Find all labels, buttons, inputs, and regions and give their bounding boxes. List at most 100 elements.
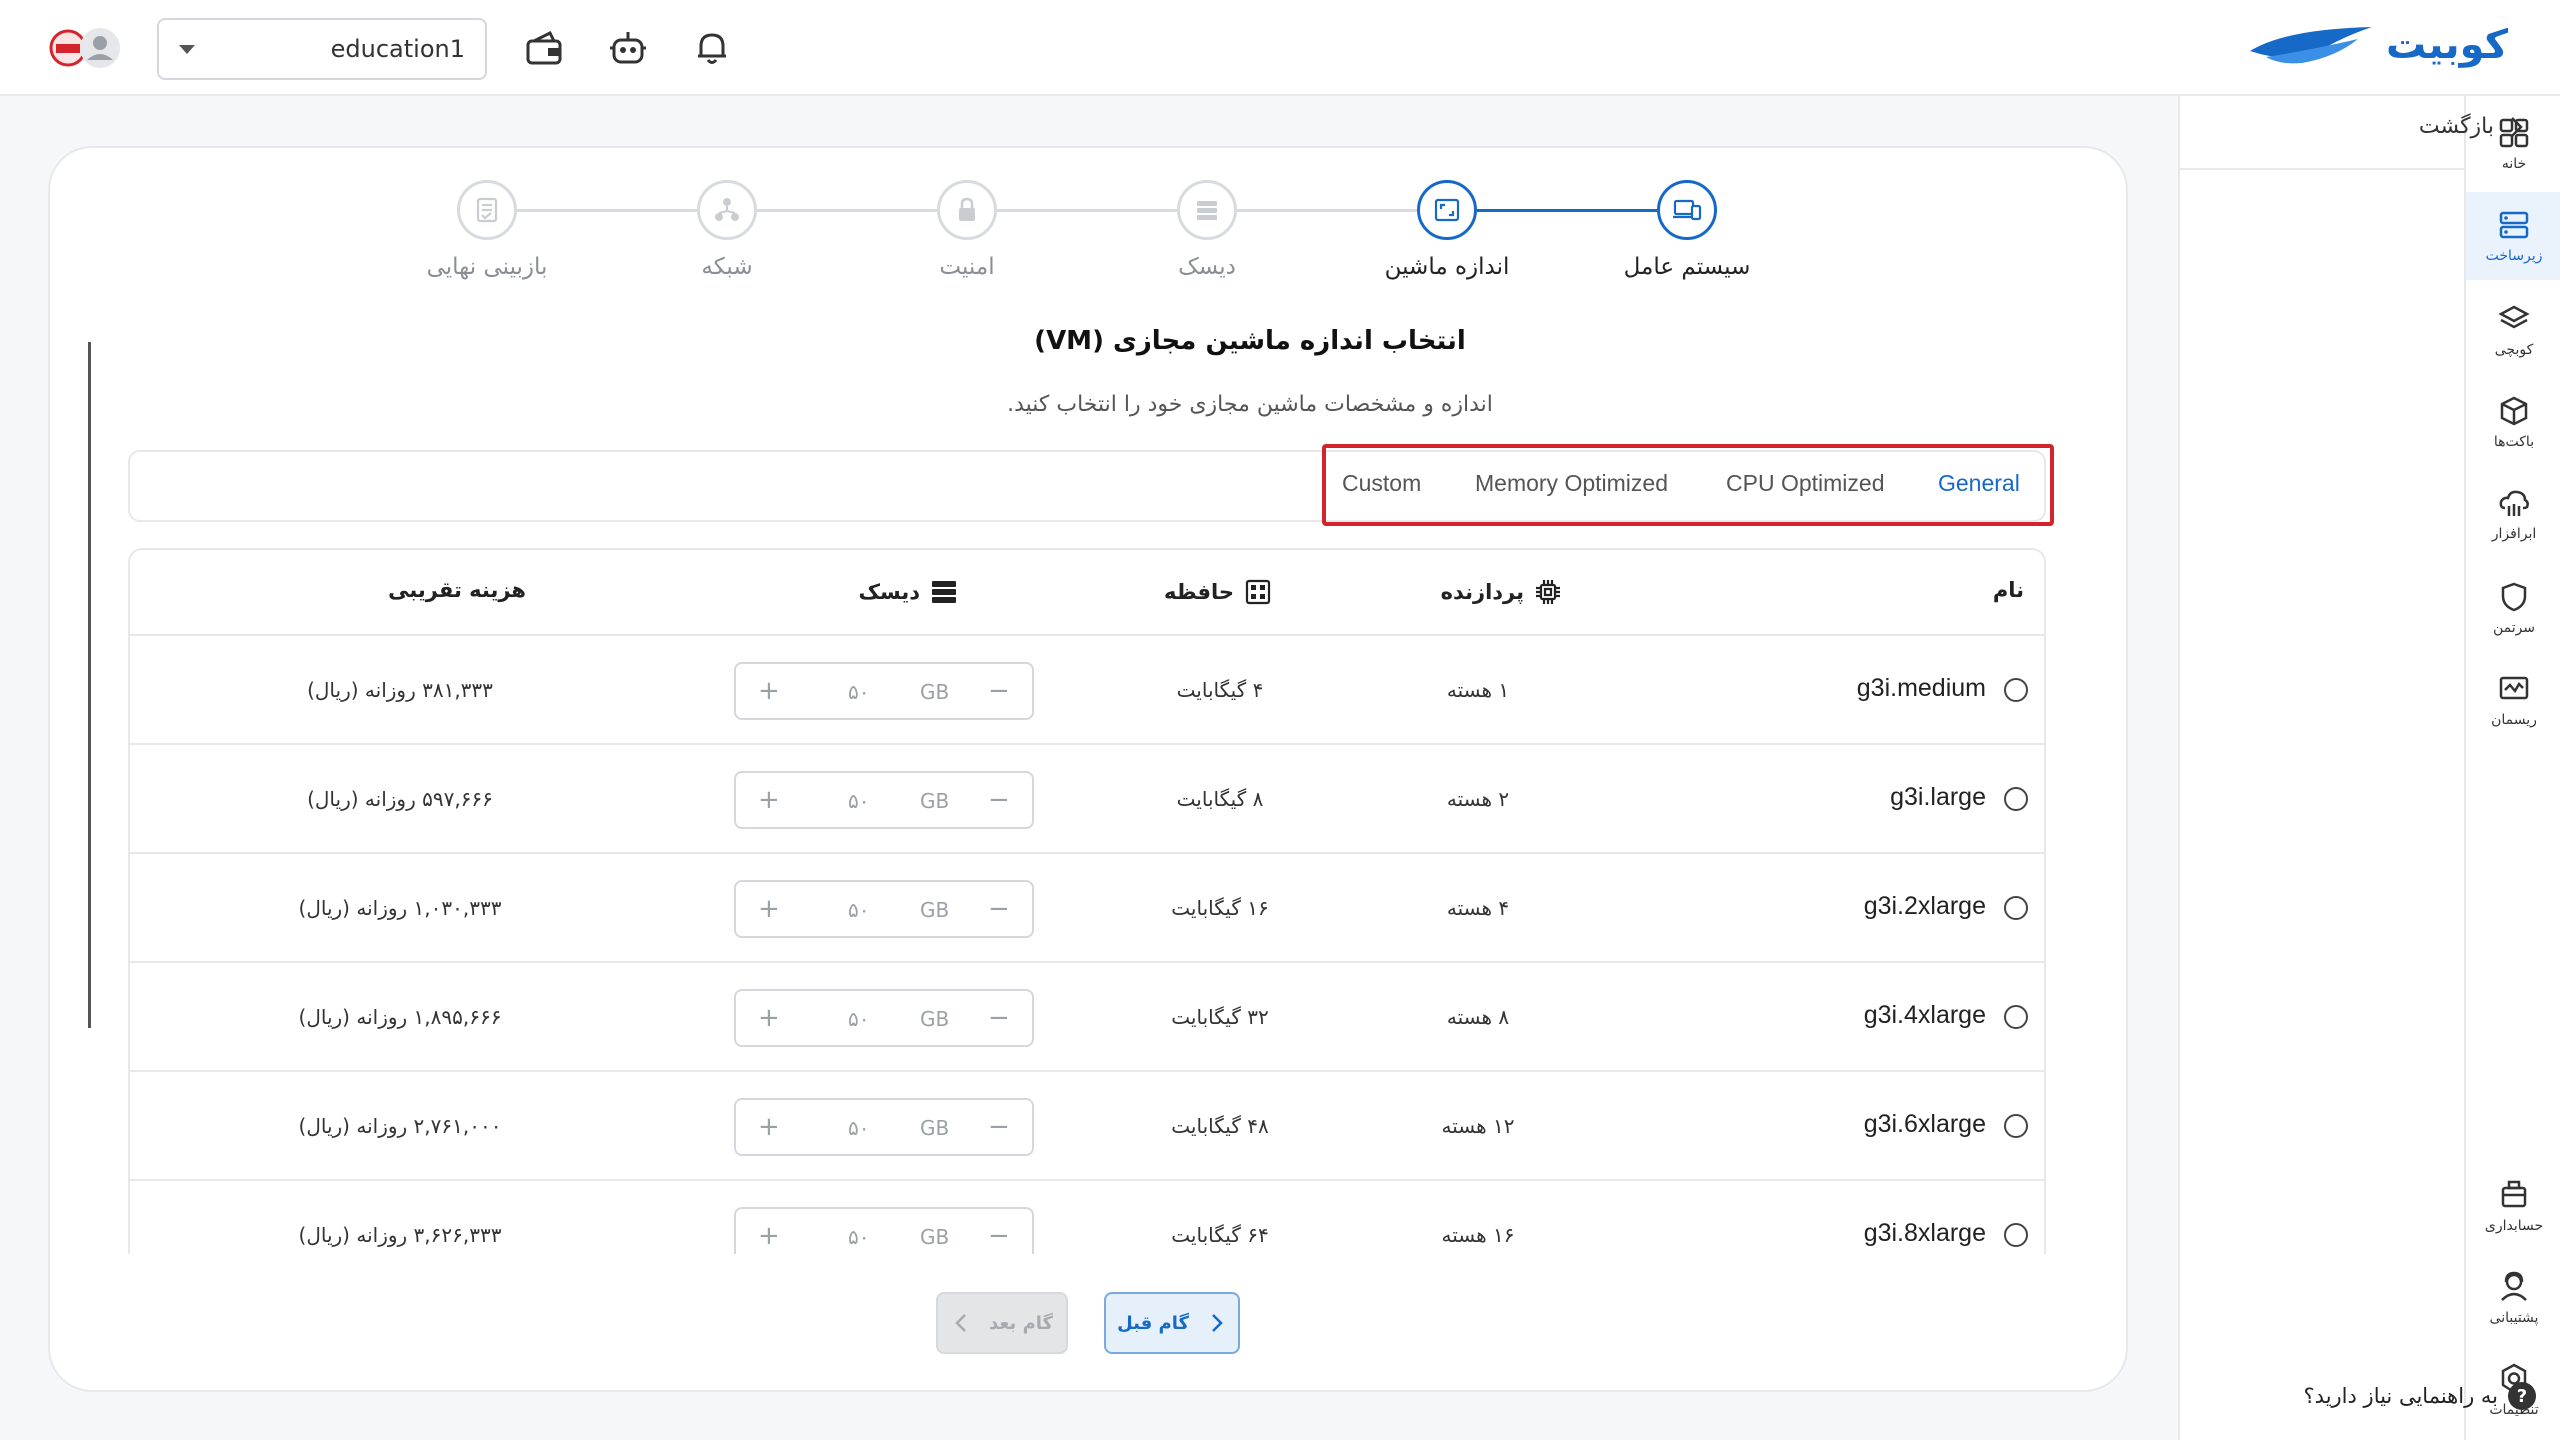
sidebar-item-cloud-app[interactable]: ابرافزار [2466,470,2560,558]
row-name: g3i.8xlarge [1863,1219,1986,1247]
disk-size-unit: GB [920,1116,950,1140]
row-memory: ۱۶ گیگابایت [1171,896,1269,920]
next-step-button[interactable]: گام بعد [936,1292,1068,1354]
increment-button[interactable]: + [758,1221,780,1251]
sidebar-item-label: پشتیبانی [2489,1310,2539,1326]
step-label-os: سیستم عامل [1623,254,1751,280]
prev-step-button[interactable]: گام قبل [1104,1292,1240,1354]
disk-size-stepper[interactable]: + ۵۰ GB − [734,989,1034,1047]
decrement-button[interactable]: − [988,1112,1010,1142]
increment-button[interactable]: + [758,894,780,924]
step-machine-size[interactable] [1417,180,1477,240]
chevron-right-icon [1212,1314,1223,1332]
row-radio[interactable] [2004,787,2028,811]
decrement-button[interactable]: − [988,785,1010,815]
resize-icon [1434,198,1460,222]
prev-step-label: گام قبل [1117,1312,1189,1334]
scrollbar[interactable] [88,342,91,1028]
sidebar-item-label: کوبچی [2494,342,2534,358]
help-link[interactable]: ? به راهنمایی نیاز دارید؟ [2304,1382,2536,1410]
row-cost: ۳۸۱,۳۳۳ روزانه (ریال) [307,678,493,702]
disk-size-value: ۵۰ [848,1225,870,1249]
sidebar-item-risman[interactable]: ریسمان [2466,656,2560,744]
increment-button[interactable]: + [758,1112,780,1142]
row-memory: ۶۴ گیگابایت [1171,1223,1269,1247]
sidebar-item-support[interactable]: پشتیبانی [2466,1254,2560,1342]
disk-size-stepper[interactable]: + ۵۰ GB − [734,880,1034,938]
row-cpu: ۱۶ هسته [1441,1223,1515,1247]
cube-icon [2500,396,2528,426]
increment-button[interactable]: + [758,1003,780,1033]
step-disk[interactable] [1177,180,1237,240]
decrement-button[interactable]: − [988,676,1010,706]
table-row[interactable]: g3i.6xlarge ۱۲ هسته ۴۸ گیگابایت + ۵۰ GB … [130,1072,2044,1181]
help-label: به راهنمایی نیاز دارید؟ [2303,1384,2498,1408]
table-row[interactable]: g3i.2xlarge ۴ هسته ۱۶ گیگابایت + ۵۰ GB −… [130,854,2044,963]
monitor-icon [2499,676,2529,700]
header-disk: دیسک [858,578,958,606]
sidebar-item-label: ابرافزار [2491,526,2537,542]
sidebar-item-label: باکت‌ها [2493,434,2535,450]
disk-size-stepper[interactable]: + ۵۰ GB − [734,1098,1034,1156]
increment-button[interactable]: + [758,676,780,706]
tabs-highlight-box [1322,444,2054,526]
row-memory: ۸ گیگابایت [1176,787,1264,811]
decrement-button[interactable]: − [988,1221,1010,1251]
row-radio[interactable] [2004,1005,2028,1029]
disk-size-stepper[interactable]: + ۵۰ GB − [734,1207,1034,1254]
row-cost: ۱,۸۹۵,۶۶۶ روزانه (ریال) [298,1005,502,1029]
disk-size-stepper[interactable]: + ۵۰ GB − [734,771,1034,829]
step-os[interactable] [1657,180,1717,240]
step-security[interactable] [937,180,997,240]
row-cpu: ۲ هسته [1446,787,1510,811]
step-label-security: امنیت [939,254,995,280]
row-memory: ۴۸ گیگابایت [1171,1114,1269,1138]
row-name: g3i.large [1890,783,1986,811]
step-label-review: بازبینی نهایی [426,254,548,280]
step-connector [1477,209,1657,212]
section-subtitle: اندازه و مشخصات ماشین مجازی خود را انتخا… [1007,392,1493,417]
table-row[interactable]: g3i.large ۲ هسته ۸ گیگابایت + ۵۰ GB − ۵۹… [130,745,2044,854]
sidebar-item-label: ریسمان [2491,712,2537,728]
cloud-app-icon [2499,490,2529,516]
cpu-icon [1536,580,1560,604]
row-cpu: ۱ هسته [1446,678,1510,702]
step-label-disk: دیسک [1178,254,1236,280]
chevron-left-icon [955,1314,966,1332]
devices-icon [1673,199,1702,221]
disk-size-unit: GB [920,789,950,813]
sidebar-item-label: حسابداری [2484,1218,2544,1234]
step-network[interactable] [697,180,757,240]
disk-size-stepper[interactable]: + ۵۰ GB − [734,662,1034,720]
section-title: انتخاب اندازه ماشین مجازی (VM) [1034,326,1466,356]
sidebar-item-label: سرتمن [2492,620,2536,636]
decrement-button[interactable]: − [988,1003,1010,1033]
disk-size-value: ۵۰ [848,1007,870,1031]
sidebar-item-buckets[interactable]: باکت‌ها [2466,378,2560,466]
row-radio[interactable] [2004,678,2028,702]
row-memory: ۴ گیگابایت [1176,678,1264,702]
step-connector [997,209,1177,212]
sidebar-item-sartaman[interactable]: سرتمن [2466,564,2560,652]
row-name: g3i.2xlarge [1863,892,1986,920]
step-connector [1237,209,1417,212]
disk-icon [1197,201,1217,220]
disk-size-value: ۵۰ [848,898,870,922]
machine-size-table: نام پردازنده حافظه دیسک هزینه تقریبی g3i… [128,548,2046,1254]
row-radio[interactable] [2004,1114,2028,1138]
table-row[interactable]: g3i.4xlarge ۸ هسته ۳۲ گیگابایت + ۵۰ GB −… [130,963,2044,1072]
row-cpu: ۴ هسته [1446,896,1510,920]
sidebar-item-accounting[interactable]: حسابداری [2466,1162,2560,1250]
row-radio[interactable] [2004,896,2028,920]
header-name: نام [1992,578,2024,602]
increment-button[interactable]: + [758,785,780,815]
table-row[interactable]: g3i.medium ۱ هسته ۴ گیگابایت + ۵۰ GB − ۳… [130,636,2044,745]
step-review[interactable] [457,180,517,240]
decrement-button[interactable]: − [988,894,1010,924]
row-cost: ۲,۷۶۱,۰۰۰ روزانه (ریال) [298,1114,502,1138]
row-radio[interactable] [2004,1223,2028,1247]
lock-icon [959,197,975,221]
step-connector [757,209,937,212]
table-row[interactable]: g3i.8xlarge ۱۶ هسته ۶۴ گیگابایت + ۵۰ GB … [130,1181,2044,1254]
row-cpu: ۸ هسته [1446,1005,1510,1029]
